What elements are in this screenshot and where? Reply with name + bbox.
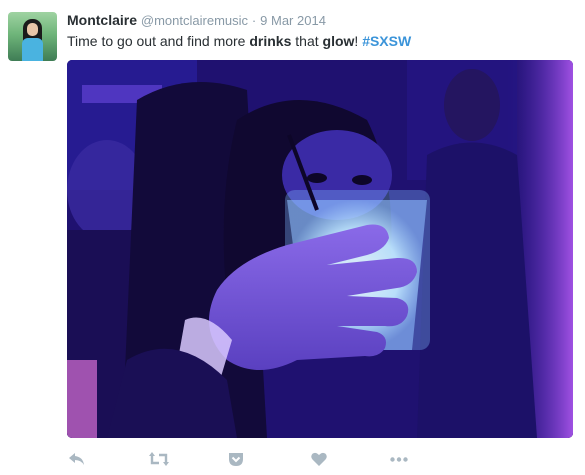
- tweet: Montclaire @montclairemusic · 9 Mar 2014…: [0, 0, 585, 475]
- more-button[interactable]: [389, 449, 409, 469]
- reply-button[interactable]: [67, 449, 87, 469]
- header-separator: ·: [251, 13, 257, 28]
- user-name[interactable]: Montclaire: [67, 12, 137, 28]
- tweet-text-part: Time to go out and find more: [67, 33, 250, 49]
- photo-illustration: [67, 60, 573, 438]
- pocket-button[interactable]: [226, 449, 246, 469]
- hashtag-link[interactable]: #SXSW: [362, 33, 411, 49]
- pocket-icon: [228, 452, 244, 467]
- like-button[interactable]: [309, 449, 329, 469]
- tweet-text-bold: glow: [322, 33, 355, 49]
- user-handle[interactable]: @montclairemusic: [141, 13, 248, 28]
- tweet-text-bold: drinks: [249, 33, 292, 49]
- retweet-button[interactable]: [149, 449, 169, 469]
- tweet-date[interactable]: 9 Mar 2014: [260, 13, 326, 28]
- tweet-actions: [67, 449, 409, 469]
- tweet-header: Montclaire @montclairemusic · 9 Mar 2014: [67, 11, 326, 30]
- tweet-text: Time to go out and find more drinks that…: [67, 32, 411, 50]
- more-icon: [390, 456, 408, 462]
- avatar[interactable]: [8, 12, 57, 61]
- retweet-icon: [149, 452, 169, 466]
- tweet-photo[interactable]: [67, 60, 573, 438]
- reply-icon: [69, 452, 85, 466]
- tweet-text-part: that: [291, 33, 323, 49]
- heart-icon: [311, 452, 327, 466]
